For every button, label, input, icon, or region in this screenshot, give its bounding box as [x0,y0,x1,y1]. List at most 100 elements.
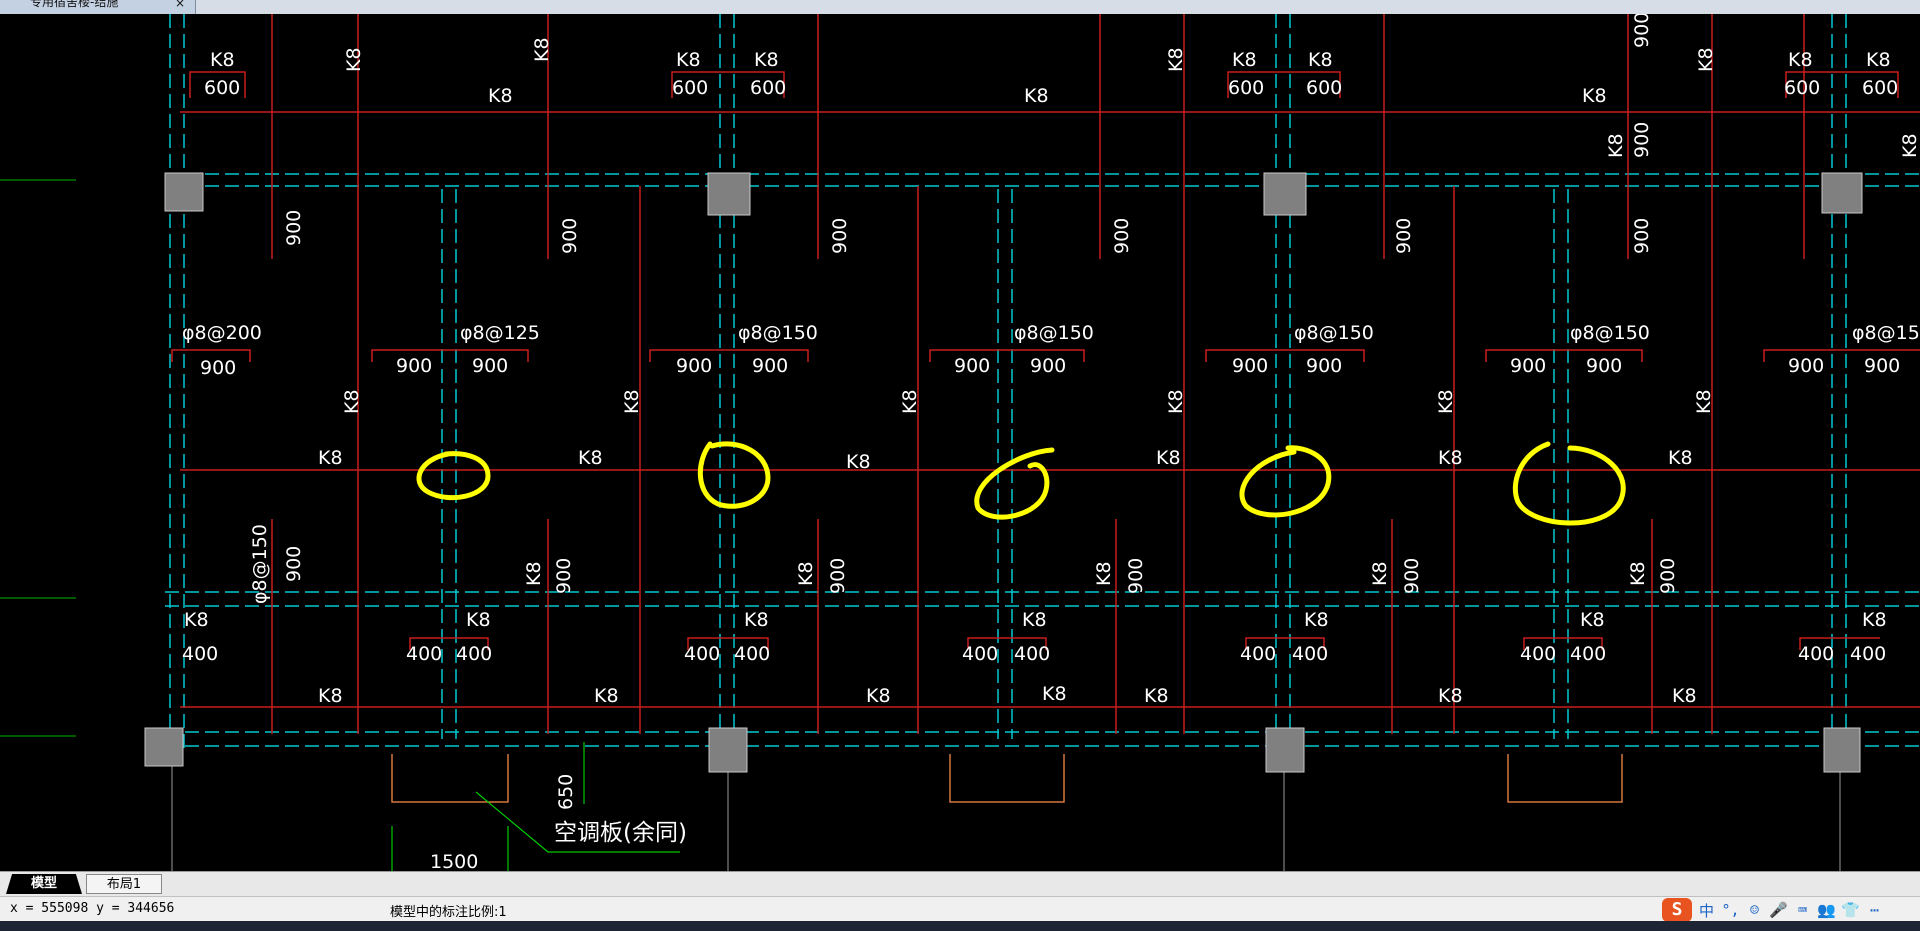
ime-skin-icon[interactable]: 👕 [1841,901,1860,919]
ime-more-icon[interactable]: ⋯ [1865,901,1884,919]
dim-900: 900 [396,355,432,377]
beam-label: K8 [846,451,871,473]
column[interactable] [1823,727,1861,773]
beam-label: K8 [621,389,643,414]
dim-900: 900 [1232,355,1268,377]
beam-label: K8 [1304,609,1329,631]
dim-900: 900 [1510,355,1546,377]
beam-label: K8 [1156,447,1181,469]
ime-punctuation-icon[interactable]: °, [1721,901,1740,919]
tab-model[interactable]: 模型 [6,874,82,894]
dim-900: 900 [1631,14,1653,48]
status-bar: x = 555098 y = 344656 模型中的标注比例:1 S 中 °, … [0,896,1920,922]
beam-label: K8 [1693,389,1715,414]
dim-400: 400 [406,643,442,665]
ime-users-icon[interactable]: 👥 [1817,901,1836,919]
dim-400: 400 [1292,643,1328,665]
beam-label: K8 [1695,47,1717,72]
rebar-label: φ8@150 [249,524,271,604]
beam-label: K8 [466,609,491,631]
dim-900: 900 [559,218,581,254]
close-tab-icon[interactable]: × [175,0,185,9]
ime-emoji-icon[interactable]: ☺ [1745,901,1764,919]
sogou-logo-icon[interactable]: S [1662,898,1692,922]
dim-900: 900 [1125,558,1147,594]
dim-400: 400 [734,643,770,665]
beam-label: K8 [594,685,619,707]
beam-label: K8 [1788,49,1813,71]
document-tab[interactable]: 专用宿舍楼-结施 × [0,0,196,14]
dim-900: 900 [1111,218,1133,254]
beam-label: K8 [341,389,363,414]
dim-900: 900 [1030,355,1066,377]
dim-600: 600 [1784,77,1820,99]
grid-lines [171,749,1841,871]
beam-label: K8 [1232,49,1257,71]
beam-label: K8 [343,47,365,72]
rebar-label: φ8@150 [1570,322,1650,344]
beam-label: K8 [1438,447,1463,469]
beam-label: K8 [1580,609,1605,631]
beam-label: K8 [1605,133,1627,158]
beam-label: K8 [866,685,891,707]
dim-900: 900 [200,357,236,379]
document-tab-bar: 专用宿舍楼-结施 × [0,0,1920,14]
dim-900: 900 [1401,558,1423,594]
dim-400: 400 [1520,643,1556,665]
rebar-label: φ8@150 [1294,322,1374,344]
ime-chinese-mode-icon[interactable]: 中 [1697,900,1716,921]
column[interactable] [1263,172,1307,216]
dim-900: 900 [1586,355,1622,377]
dim-600: 600 [1306,77,1342,99]
rebar-label: φ8@125 [460,322,540,344]
rebar-label: φ8@150 [738,322,818,344]
dim-900: 900 [827,558,849,594]
dim-600: 600 [1228,77,1264,99]
beam-label: K8 [1899,133,1920,158]
beam-label: K8 [754,49,779,71]
dim-900: 900 [1657,558,1679,594]
dim-400: 400 [1240,643,1276,665]
dim-400: 400 [1798,643,1834,665]
tab-layout1[interactable]: 布局1 [86,874,162,894]
dim-600: 600 [672,77,708,99]
column[interactable] [1821,172,1863,214]
beam-label: K8 [488,85,513,107]
column[interactable] [164,172,204,212]
rebar-label: φ8@200 [182,322,262,344]
ime-toolbar[interactable]: S 中 °, ☺ 🎤 ⌨ 👥 👕 ⋯ [1662,898,1884,922]
dim-900: 900 [553,558,575,594]
beam-label: K8 [210,49,235,71]
dim-900: 900 [1864,355,1900,377]
column[interactable] [1265,727,1305,773]
ime-keyboard-icon[interactable]: ⌨ [1793,901,1812,919]
dim-400: 400 [182,643,218,665]
dim-900: 900 [676,355,712,377]
beam-label: K8 [1438,685,1463,707]
axis-ticks [0,179,76,737]
beam-label: K8 [1308,49,1333,71]
dim-650: 650 [555,774,577,810]
beam-label: K8 [1862,609,1887,631]
column[interactable] [708,727,748,773]
rebar-label: φ8@150 [1852,322,1920,344]
beam-label: K8 [318,447,343,469]
beam-label: K8 [744,609,769,631]
ime-voice-icon[interactable]: 🎤 [1769,901,1788,919]
dim-400: 400 [684,643,720,665]
drawing-canvas[interactable]: K8 K8 K8 K8 K8 K8 K8 K8 K8 K8 600 600 60… [0,12,1920,873]
annotation-scale-note: 模型中的标注比例:1 [390,905,507,920]
beam-label: K8 [1672,685,1697,707]
layout-tab-bar: 模型 布局1 [0,871,1920,896]
dim-900: 900 [1631,122,1653,158]
beam-label: K8 [1165,47,1187,72]
beam-label: K8 [1024,85,1049,107]
dim-400: 400 [1570,643,1606,665]
column[interactable] [144,727,184,767]
beam-label: K8 [1435,389,1457,414]
column[interactable] [707,172,751,216]
beam-label: K8 [578,447,603,469]
beam-label: K8 [318,685,343,707]
dim-900: 900 [829,218,851,254]
beam-label: K8 [899,389,921,414]
